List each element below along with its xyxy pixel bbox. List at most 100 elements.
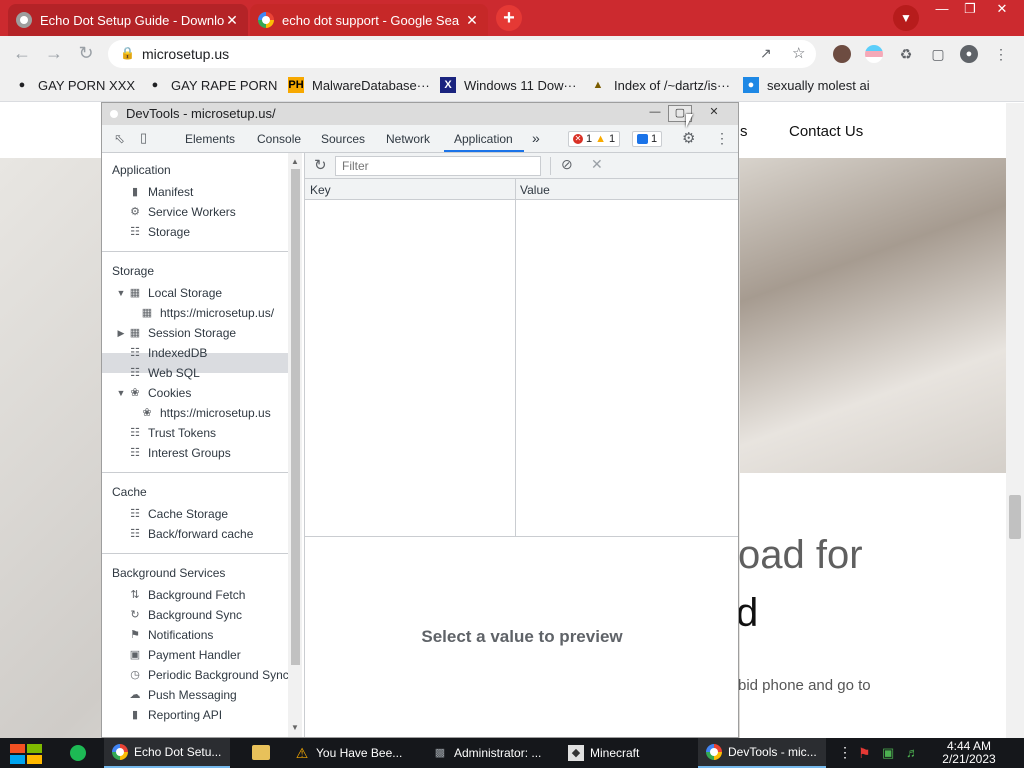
nav-link-contact[interactable]: Contact Us [789, 123, 863, 140]
devtools-menu-icon[interactable]: ⋮ [715, 130, 729, 147]
sidebar-item-cookies[interactable]: ▼ ❀ Cookies [116, 383, 192, 403]
bookmark-item[interactable]: X Windows 11 Dow··· [440, 77, 576, 93]
bookmark-star-icon[interactable]: ☆ [792, 44, 805, 62]
sidebar-item-payment-handler[interactable]: ▣ Payment Handler [128, 645, 241, 665]
close-tab-icon[interactable]: ✕ [464, 12, 480, 29]
menu-kebab-icon[interactable]: ⋮ [992, 45, 1010, 63]
back-icon[interactable]: ← [10, 42, 34, 66]
divider [102, 472, 288, 473]
bookmark-item[interactable]: ● GAY PORN XXX [14, 77, 135, 93]
taskbar-app-minecraft[interactable]: ◆ Minecraft [560, 738, 686, 768]
sidebar-item-storage[interactable]: ☷ Storage [128, 222, 190, 242]
taskbar-app-administrator[interactable]: ▩ Administrator: ... [424, 738, 550, 768]
sidebar-item-cache-storage[interactable]: ☷ Cache Storage [128, 504, 228, 524]
delete-selected-icon[interactable]: ✕ [591, 156, 603, 173]
column-divider[interactable] [515, 179, 516, 536]
taskbar-overflow-icon[interactable]: ⋮ [838, 744, 852, 761]
sidebar-item-background-sync[interactable]: ↻ Background Sync [128, 605, 242, 625]
devtools-titlebar[interactable]: DevTools - microsetup.us/ — ▢ ✕ [102, 103, 738, 125]
messages-badge[interactable]: 1 [632, 131, 663, 147]
file-explorer-icon[interactable] [252, 745, 270, 760]
sidebar-item-local-storage-origin[interactable]: ▦ https://microsetup.us/ [140, 303, 274, 323]
sidebar-item-notifications[interactable]: ⚑ Notifications [128, 625, 213, 645]
sidebar-item-interest-groups[interactable]: ☷ Interest Groups [128, 443, 231, 463]
forward-icon[interactable]: → [42, 42, 66, 66]
sidebar-item-periodic-background-sync[interactable]: ◷ Periodic Background Sync [128, 665, 289, 685]
sidebar-item-local-storage[interactable]: ▼ ▦ Local Storage [116, 283, 223, 303]
sidebar-item-cookies-origin[interactable]: ❀ https://microsetup.us [140, 403, 270, 423]
system-clock[interactable]: 4:44 AM 2/21/2023 [936, 740, 1002, 766]
minimize-icon[interactable]: — [928, 0, 956, 20]
network-tray-icon[interactable]: ▣ [882, 745, 898, 761]
reload-icon[interactable]: ↻ [74, 42, 98, 66]
bookmarks-bar: ● GAY PORN XXX ● GAY RAPE PORN PH MalwareDa… [0, 70, 1024, 102]
filter-input[interactable] [335, 156, 541, 176]
close-tab-icon[interactable]: ✕ [224, 12, 240, 29]
sidebar-item-reporting-api[interactable]: ▮ Reporting API [128, 705, 222, 725]
settings-gear-icon[interactable]: ⚙ [682, 129, 695, 147]
bookmark-item[interactable]: ● GAY RAPE PORN [147, 77, 278, 93]
tab-application[interactable]: Application [454, 132, 513, 146]
bookmark-item[interactable]: ● sexually molest ai [743, 77, 870, 93]
extension-flag-icon[interactable] [865, 45, 883, 63]
share-icon[interactable]: ↗ [760, 45, 772, 62]
tab-google-search[interactable]: echo dot support - Google Sea ✕ [250, 4, 488, 36]
sidebar-item-push-messaging[interactable]: ☁ Push Messaging [128, 685, 237, 705]
taskbar-app-devtools[interactable]: DevTools - mic... [698, 738, 826, 768]
column-header-key[interactable]: Key [310, 183, 331, 197]
profile-icon[interactable]: ● [960, 45, 978, 63]
flag-tray-icon[interactable]: ⚑ [858, 745, 874, 761]
page-scrollbar[interactable] [1006, 103, 1024, 738]
more-tabs-icon[interactable]: » [532, 130, 540, 146]
section-cache: Cache [112, 485, 147, 499]
devtools-close-icon[interactable]: ✕ [702, 105, 726, 122]
start-button-icon[interactable] [10, 744, 42, 764]
devtools-minimize-icon[interactable]: — [643, 105, 667, 122]
folder-icon: ▲ [592, 79, 604, 91]
grid-icon: ▦ [129, 327, 141, 339]
bookmark-item[interactable]: ▲ Index of /~dartz/is··· [590, 77, 730, 93]
restore-icon[interactable]: ❐ [956, 0, 984, 20]
sidebar-item-bfcache[interactable]: ☷ Back/forward cache [128, 524, 253, 544]
extensions-puzzle-icon[interactable]: ♻ [897, 45, 915, 63]
issues-badge[interactable]: ✕ 1 ▲ 1 [568, 131, 621, 147]
tab-network[interactable]: Network [386, 132, 430, 146]
page-scrollbar-thumb[interactable] [1009, 495, 1021, 539]
close-window-icon[interactable]: ✕ [988, 0, 1016, 20]
bookmark-favicon: X [440, 77, 456, 93]
tab-sources[interactable]: Sources [321, 132, 365, 146]
sidebar-item-trust-tokens[interactable]: ☷ Trust Tokens [128, 423, 216, 443]
terminal-icon: ▩ [434, 747, 446, 759]
device-toolbar-icon[interactable]: ▯ [140, 130, 147, 146]
sidebar-item-manifest[interactable]: ▮ Manifest [128, 182, 193, 202]
sidebar-scrollbar-thumb[interactable] [291, 169, 300, 665]
taskbar-app-warning[interactable]: ⚠ You Have Bee... [286, 738, 412, 768]
nav-link-partial[interactable]: s [740, 123, 748, 140]
sidebar-item-service-workers[interactable]: ⚙ Service Workers [128, 202, 236, 222]
hero-heading-line1: oad for [738, 533, 863, 577]
bookmark-item[interactable]: PH MalwareDatabase··· [288, 77, 430, 93]
sidebar-item-background-fetch[interactable]: ⇅ Background Fetch [128, 585, 245, 605]
sidebar-item-session-storage[interactable]: ▶ ▦ Session Storage [116, 323, 237, 343]
tab-console[interactable]: Console [257, 132, 301, 146]
new-tab-button[interactable]: + [496, 5, 522, 31]
tab-echo-dot-setup[interactable]: Echo Dot Setup Guide - Downlo ✕ [8, 4, 248, 36]
refresh-icon[interactable]: ↻ [314, 156, 327, 174]
scroll-up-icon[interactable]: ▲ [291, 157, 299, 166]
volume-tray-icon[interactable]: ♬ [906, 745, 922, 761]
scroll-down-icon[interactable]: ▼ [291, 723, 299, 732]
tab-elements[interactable]: Elements [185, 132, 235, 146]
inspect-element-icon[interactable]: ⬁ [114, 131, 125, 147]
tab-search-icon[interactable]: ▼ [893, 5, 919, 31]
spotify-icon[interactable] [70, 745, 86, 761]
devtools-tabbar: ⬁ ▯ Elements Console Sources Network App… [102, 125, 738, 153]
side-panel-icon[interactable]: ▢ [929, 45, 947, 63]
address-bar[interactable]: 🔒 microsetup.us ↗ ☆ [108, 40, 816, 68]
sidebar-item-indexeddb[interactable]: ☷ IndexedDB [128, 343, 207, 363]
taskbar-app-chrome-echo[interactable]: Echo Dot Setu... [104, 738, 230, 768]
column-header-value[interactable]: Value [520, 183, 550, 197]
divider [102, 251, 288, 252]
extension-avatar-icon[interactable] [833, 45, 851, 63]
sidebar-item-websql[interactable]: ☷ Web SQL [128, 363, 200, 383]
clear-all-icon[interactable]: ⊘ [561, 156, 573, 173]
